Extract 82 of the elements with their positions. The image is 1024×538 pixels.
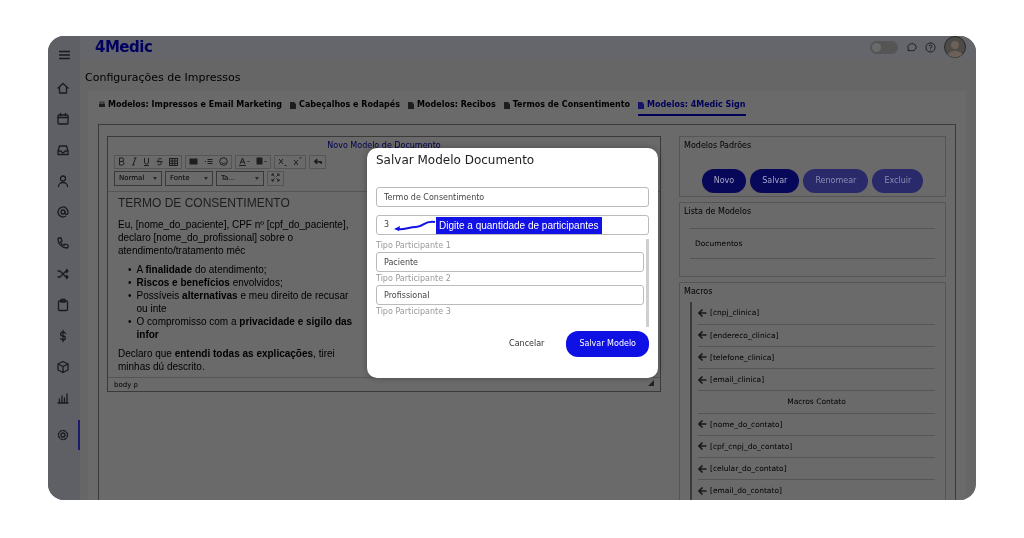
- card-title: Modelos Padrões: [684, 140, 753, 152]
- bold-icon[interactable]: [118, 157, 125, 167]
- app-logo: 4Medic: [95, 37, 153, 58]
- tab[interactable]: Modelos: Recibos: [408, 99, 496, 116]
- help-icon[interactable]: [925, 41, 936, 53]
- caret-icon: [204, 176, 208, 180]
- bullet-marker: •: [128, 262, 132, 276]
- arrow-left-icon: [698, 308, 707, 317]
- curved-arrow: [394, 218, 436, 233]
- save-model-button[interactable]: Salvar Modelo: [566, 331, 649, 358]
- emoji-icon[interactable]: [219, 157, 228, 167]
- arrow-left-icon: [698, 486, 707, 495]
- text-color-icon[interactable]: [239, 157, 250, 167]
- paragraph: Eu, [nome_do_paciente], CPF nº [cpf_do_paciente], declaro [nome_do_profissional] sobre o atendimento/tratamento méc: [118, 217, 350, 257]
- page-title: Configurações de Impressos: [84, 69, 242, 86]
- tab[interactable]: Modelos: 4Medic Sign: [638, 99, 746, 116]
- underline-icon[interactable]: [143, 157, 150, 167]
- tab[interactable]: Cabeçalhos e Rodapés: [290, 99, 401, 116]
- phone-icon: [56, 236, 70, 250]
- document-icon: [638, 101, 646, 109]
- card-title: Lista de Modelos: [684, 206, 753, 218]
- person-icon: [56, 174, 70, 188]
- arrow-left-icon: [698, 353, 707, 362]
- strikethrough-icon[interactable]: [156, 157, 163, 167]
- highlight-icon[interactable]: [256, 157, 267, 167]
- bullet-item: Riscos e benefícios envolvidos;: [136, 275, 283, 289]
- subscript-icon[interactable]: [278, 157, 287, 167]
- cube-icon: [56, 360, 70, 374]
- table-icon[interactable]: [169, 157, 178, 167]
- chat-icon[interactable]: [906, 41, 917, 53]
- dialog-title: Salvar Modelo Documento: [376, 153, 536, 168]
- document-icon: [408, 101, 416, 109]
- italic-icon[interactable]: [131, 157, 137, 167]
- model-button[interactable]: Salvar: [750, 169, 800, 193]
- menu-icon[interactable]: [57, 49, 71, 60]
- fullscreen-icon[interactable]: [271, 173, 280, 184]
- chart-icon: [56, 391, 70, 405]
- bullet-marker: •: [128, 314, 132, 329]
- bullet-marker: •: [128, 275, 132, 289]
- field-label: Tipo Participante 1: [376, 240, 452, 253]
- field-value: 3: [384, 219, 391, 232]
- superscript-icon[interactable]: [293, 157, 302, 167]
- card-title: Macros: [684, 286, 714, 299]
- arrow-left-icon: [698, 420, 707, 429]
- participant-type-field[interactable]: Profissional: [376, 285, 644, 306]
- document-heading: TERMO DE CONSENTIMENTO: [118, 195, 291, 210]
- name-field[interactable]: Termo de Consentimento: [376, 187, 649, 208]
- document-icon: [290, 101, 298, 109]
- calendar-icon: [56, 112, 70, 126]
- caret-icon: [255, 176, 259, 180]
- field-label: Tipo Participante 2: [376, 273, 452, 286]
- shuffle-icon: [56, 267, 70, 281]
- arrow-left-icon: [698, 442, 707, 451]
- tab[interactable]: Termos de Consentimento: [503, 99, 631, 116]
- at-icon: [56, 205, 70, 219]
- participant-type-field[interactable]: Paciente: [376, 252, 644, 273]
- undo-icon[interactable]: [313, 157, 322, 167]
- field-label: Tipo Participante 3: [376, 306, 452, 314]
- list-icon[interactable]: [204, 157, 213, 167]
- editor-title: Novo Modelo de Documento: [326, 140, 442, 152]
- document-icon: [503, 101, 511, 109]
- arrow-left-icon: [698, 464, 707, 473]
- resize-handle-icon[interactable]: [648, 379, 654, 386]
- model-button[interactable]: Novo: [701, 169, 747, 193]
- bullet-item: A finalidade do atendimento;: [136, 262, 267, 276]
- bullet-marker: •: [128, 288, 132, 303]
- participant-count-field[interactable]: 3 Digite a quantidade de participantes: [376, 215, 649, 236]
- bullet-item: O compromisso com a privacidade e sigilo das infor: [136, 314, 354, 341]
- tray-icon: [56, 143, 70, 157]
- caret-icon: [153, 176, 157, 180]
- arrow-left-icon: [698, 331, 707, 340]
- image-icon[interactable]: [189, 157, 198, 167]
- clipboard-icon: [56, 298, 70, 312]
- annotation-label: Digite a quantidade de participantes: [436, 216, 602, 234]
- settings-icon: [56, 428, 70, 442]
- avatar[interactable]: [944, 36, 966, 59]
- home-icon: [56, 81, 70, 95]
- printer-icon: [98, 101, 106, 109]
- tab[interactable]: Modelos: Impressos e Email Marketing: [98, 99, 283, 116]
- arrow-left-icon: [698, 375, 707, 384]
- paragraph: Declaro que entendi todas as explicações, tirei minhas dú descrito.: [118, 346, 336, 373]
- cancel-button[interactable]: Cancelar: [503, 337, 551, 352]
